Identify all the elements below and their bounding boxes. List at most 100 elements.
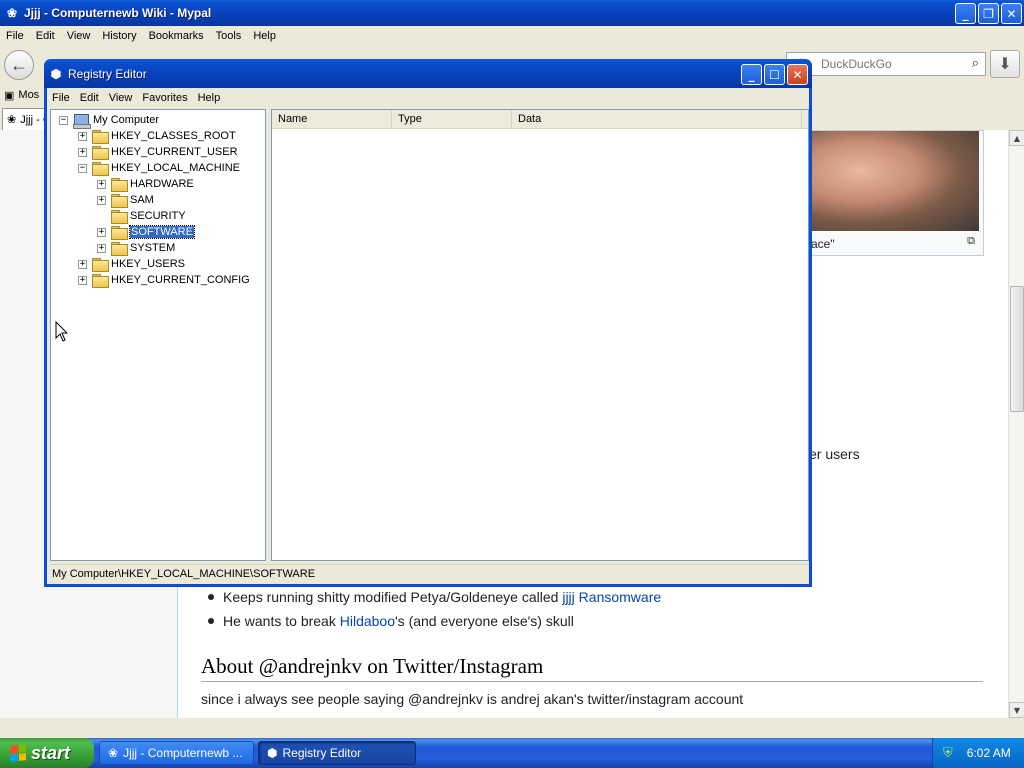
taskbar: start ❀ Jjjj - Computernewb ... ⬢ Regist…: [0, 738, 1024, 768]
expand-icon[interactable]: +: [78, 259, 87, 269]
tree-label: HKEY_CURRENT_CONFIG: [111, 274, 250, 286]
search-input[interactable]: [821, 57, 951, 71]
tree-node-hkey-current-user[interactable]: + HKEY_CURRENT_USER: [78, 144, 238, 160]
jjjj-link[interactable]: jjjj: [562, 589, 574, 605]
expand-icon[interactable]: +: [97, 195, 106, 205]
tree-node-system[interactable]: + SYSTEM: [97, 240, 175, 256]
expand-icon[interactable]: +: [78, 275, 87, 285]
menu-bookmarks[interactable]: Bookmarks: [143, 30, 210, 42]
minimize-icon: _: [962, 6, 969, 21]
collapse-icon[interactable]: −: [59, 115, 68, 125]
person-photo[interactable]: [809, 131, 979, 231]
registry-tree[interactable]: − My Computer + HKEY_CLASSES_ROOT + HKEY…: [50, 109, 266, 561]
menu-help[interactable]: Help: [247, 30, 282, 42]
folder-icon: [111, 194, 128, 208]
search-icon[interactable]: ⌕: [972, 55, 979, 71]
back-button[interactable]: ←: [4, 50, 34, 80]
taskbar-item-regedit[interactable]: ⬢ Registry Editor: [258, 741, 416, 765]
regedit-menu-view[interactable]: View: [104, 92, 138, 104]
maximize-icon: ☐: [769, 67, 780, 82]
bullet-dot: [208, 594, 214, 600]
folder-icon: [92, 258, 109, 272]
tree-label: HKEY_CLASSES_ROOT: [111, 130, 236, 142]
tree-label: SECURITY: [130, 210, 186, 222]
browser-title-bar[interactable]: ❀ Jjjj - Computernewb Wiki - Mypal _ ❐ ✕: [0, 0, 1024, 26]
expand-icon[interactable]: +: [97, 179, 106, 189]
tree-node-sam[interactable]: + SAM: [97, 192, 154, 208]
tree-node-hkey-local-machine[interactable]: − HKEY_LOCAL_MACHINE: [78, 160, 240, 176]
browser-restore-button[interactable]: ❐: [978, 3, 999, 24]
close-icon: ✕: [792, 67, 803, 82]
ransomware-link[interactable]: Ransomware: [579, 589, 661, 605]
restore-icon: ❐: [983, 6, 994, 21]
bookmark-item[interactable]: ▣ Mos: [4, 89, 39, 102]
close-icon: ✕: [1006, 6, 1017, 21]
security-shield-icon[interactable]: ⛨: [943, 745, 953, 761]
taskbar-item-browser[interactable]: ❀ Jjjj - Computernewb ...: [99, 741, 254, 765]
start-button[interactable]: start: [0, 738, 94, 768]
start-label: start: [31, 742, 71, 763]
scroll-up-arrow-icon[interactable]: ▲: [1009, 130, 1024, 146]
tree-label: SYSTEM: [130, 242, 176, 254]
regedit-menu-help[interactable]: Help: [193, 92, 226, 104]
tree-node-security[interactable]: SECURITY: [97, 208, 186, 224]
column-header-type[interactable]: Type: [392, 110, 512, 129]
page-scrollbar[interactable]: ▲ ▼: [1008, 130, 1024, 718]
clock[interactable]: 6:02 AM: [967, 746, 1011, 760]
section-heading: About @andrejnkv on Twitter/Instagram: [201, 654, 983, 682]
tree-node-my-computer[interactable]: − My Computer: [59, 112, 159, 129]
regedit-menu-favorites[interactable]: Favorites: [137, 92, 192, 104]
browser-minimize-button[interactable]: _: [955, 3, 976, 24]
menu-tools[interactable]: Tools: [210, 30, 248, 42]
download-arrow-icon: ⬇: [998, 56, 1012, 73]
tree-node-hkey-classes-root[interactable]: + HKEY_CLASSES_ROOT: [78, 128, 236, 144]
tree-node-hkey-users[interactable]: + HKEY_USERS: [78, 256, 185, 272]
regedit-maximize-button[interactable]: ☐: [764, 64, 785, 85]
regedit-close-button[interactable]: ✕: [787, 64, 808, 85]
expand-icon[interactable]: +: [97, 227, 106, 237]
menu-edit[interactable]: Edit: [30, 30, 61, 42]
browser-close-button[interactable]: ✕: [1001, 3, 1022, 24]
regedit-menubar: File Edit View Favorites Help: [47, 88, 809, 107]
bullet-dot: [208, 618, 214, 624]
enlarge-icon[interactable]: ⧉: [967, 235, 975, 248]
scroll-thumb[interactable]: [1010, 286, 1024, 412]
bullet1-text: Keeps running shitty modified Petya/Gold…: [223, 589, 563, 605]
tree-node-hardware[interactable]: + HARDWARE: [97, 176, 194, 192]
bullet2-text: He wants to break: [223, 613, 340, 629]
menu-view[interactable]: View: [61, 30, 97, 42]
downloads-button[interactable]: ⬇: [990, 50, 1020, 78]
regedit-menu-file[interactable]: File: [47, 92, 75, 104]
expand-icon[interactable]: +: [97, 243, 106, 253]
back-arrow-icon: ←: [10, 54, 28, 75]
mypal-app-icon: ❀: [108, 746, 119, 760]
column-header-data[interactable]: Data: [512, 110, 802, 129]
photo-caption: ace": [811, 237, 835, 251]
registry-editor-window: ⬢ Registry Editor _ ☐ ✕ File Edit View F…: [44, 59, 812, 587]
hildaboo-link[interactable]: Hildaboo: [340, 613, 395, 629]
tree-node-software[interactable]: + SOFTWARE: [97, 224, 195, 240]
mypal-app-icon: ❀: [6, 6, 18, 20]
expand-icon[interactable]: +: [78, 131, 87, 141]
windows-flag-icon: [10, 744, 26, 762]
expand-icon[interactable]: +: [78, 147, 87, 157]
tree-label: HKEY_CURRENT_USER: [111, 146, 238, 158]
collapse-icon[interactable]: −: [78, 163, 87, 173]
regedit-title: Registry Editor: [68, 66, 147, 81]
tree-node-hkey-current-config[interactable]: + HKEY_CURRENT_CONFIG: [78, 272, 250, 288]
section-paragraph: since i always see people saying @andrej…: [201, 691, 744, 707]
search-box[interactable]: ◎ ⌕: [786, 52, 986, 76]
registry-values-list[interactable]: Name Type Data: [271, 109, 809, 561]
scroll-down-arrow-icon[interactable]: ▼: [1009, 702, 1024, 718]
column-header-name[interactable]: Name: [272, 110, 392, 129]
bookmark-label: Mos: [18, 89, 40, 101]
regedit-title-bar[interactable]: ⬢ Registry Editor _ ☐ ✕: [44, 59, 812, 88]
menu-file[interactable]: File: [0, 30, 30, 42]
regedit-app-icon: ⬢: [267, 746, 278, 760]
menu-history[interactable]: History: [96, 30, 142, 42]
regedit-menu-edit[interactable]: Edit: [75, 92, 104, 104]
tree-label-selected: SOFTWARE: [129, 225, 195, 239]
regedit-status-bar: My Computer\HKEY_LOCAL_MACHINE\SOFTWARE: [50, 564, 809, 582]
browser-menubar: File Edit View History Bookmarks Tools H…: [0, 26, 1024, 46]
regedit-minimize-button[interactable]: _: [741, 64, 762, 85]
